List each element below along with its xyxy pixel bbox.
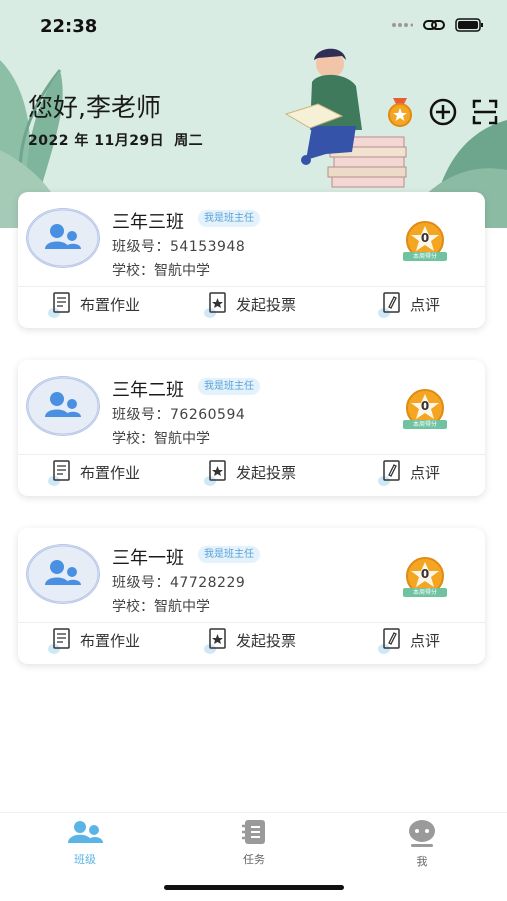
start-vote-label: 发起投票: [236, 295, 297, 314]
card-divider: [18, 286, 485, 287]
school-name: 学校：智航中学: [112, 599, 210, 615]
card-divider: [18, 622, 485, 623]
comment-label: 点评: [410, 463, 441, 482]
homework-list-icon: [48, 292, 74, 318]
class-card[interactable]: 三年一班 我是班主任 班级号：47728229 学校：智航中学 0 本周得分 布…: [18, 528, 485, 664]
add-icon[interactable]: [428, 97, 458, 127]
vote-star-icon: [204, 460, 230, 486]
homework-list-icon: [48, 460, 74, 486]
homework-list-icon: [48, 628, 74, 654]
comment-pen-icon: [378, 460, 404, 486]
assign-homework-label: 布置作业: [80, 631, 141, 650]
people-icon: [68, 821, 103, 843]
score-value: 0: [420, 567, 430, 581]
start-vote-button[interactable]: 发起投票: [204, 626, 297, 654]
date-text: 2022 年 11月29日 周二: [28, 130, 213, 150]
comment-label: 点评: [410, 295, 441, 314]
assign-homework-button[interactable]: 布置作业: [48, 290, 141, 318]
date-value: 2022 年 11月29日: [28, 133, 165, 149]
start-vote-button[interactable]: 发起投票: [204, 458, 297, 486]
greeting-text: 您好,李老师: [28, 93, 161, 122]
score-value: 0: [420, 231, 430, 245]
assign-homework-button[interactable]: 布置作业: [48, 626, 141, 654]
class-avatar-icon: [26, 544, 100, 604]
weekly-score-medal[interactable]: 0 本周得分: [399, 220, 451, 264]
battery-icon: [455, 18, 483, 32]
tab-me-label: 我: [416, 855, 428, 868]
assign-homework-button[interactable]: 布置作业: [48, 458, 141, 486]
comment-pen-icon: [378, 628, 404, 654]
task-notebook-icon: [242, 820, 265, 844]
comment-button[interactable]: 点评: [378, 626, 441, 654]
school-name: 学校：智航中学: [112, 263, 210, 279]
comment-button[interactable]: 点评: [378, 458, 441, 486]
card-divider: [18, 454, 485, 455]
tab-tasks-label: 任务: [243, 853, 265, 866]
start-vote-button[interactable]: 发起投票: [204, 290, 297, 318]
assign-homework-label: 布置作业: [80, 463, 141, 482]
class-number: 班级号：47728229: [112, 575, 246, 591]
tab-me[interactable]: 我: [392, 819, 452, 869]
score-label: 本周得分: [412, 253, 437, 260]
scan-icon[interactable]: [472, 99, 498, 125]
class-name: 三年一班: [112, 548, 184, 569]
start-vote-label: 发起投票: [236, 463, 297, 482]
assign-homework-label: 布置作业: [80, 295, 141, 314]
status-icons: [391, 18, 485, 32]
weekday-value: 周二: [174, 133, 204, 149]
signal-dots-icon: [392, 23, 413, 27]
class-avatar-icon: [26, 208, 100, 268]
start-vote-label: 发起投票: [236, 631, 297, 650]
class-number: 班级号：76260594: [112, 407, 246, 423]
weekly-score-medal[interactable]: 0 本周得分: [399, 556, 451, 600]
vote-star-icon: [204, 628, 230, 654]
tab-tasks[interactable]: 任务: [224, 819, 284, 867]
class-card[interactable]: 三年二班 我是班主任 班级号：76260594 学校：智航中学 0 本周得分 布…: [18, 360, 485, 496]
class-avatar-icon: [26, 376, 100, 436]
comment-label: 点评: [410, 631, 441, 650]
tab-classes-label: 班级: [74, 853, 96, 866]
class-name: 三年二班: [112, 380, 184, 401]
role-badge: 我是班主任: [198, 210, 260, 227]
score-label: 本周得分: [412, 589, 437, 596]
comment-button[interactable]: 点评: [378, 290, 441, 318]
role-badge: 我是班主任: [198, 378, 260, 395]
profile-face-icon: [409, 820, 435, 847]
class-number: 班级号：54153948: [112, 239, 246, 255]
school-name: 学校：智航中学: [112, 431, 210, 447]
class-name: 三年三班: [112, 212, 184, 233]
tab-classes[interactable]: 班级: [55, 819, 115, 867]
role-badge: 我是班主任: [198, 546, 260, 563]
home-indicator[interactable]: [164, 885, 344, 890]
comment-pen-icon: [378, 292, 404, 318]
weekly-score-medal[interactable]: 0 本周得分: [399, 388, 451, 432]
medal-icon[interactable]: [384, 96, 416, 128]
score-value: 0: [420, 399, 430, 413]
score-label: 本周得分: [412, 421, 437, 428]
link-icon: [423, 20, 445, 30]
class-card[interactable]: 三年三班 我是班主任 班级号：54153948 学校：智航中学 0 本周得分 布…: [18, 192, 485, 328]
status-time: 22:38: [40, 16, 98, 37]
vote-star-icon: [204, 292, 230, 318]
status-bar: 22:38: [0, 0, 507, 52]
